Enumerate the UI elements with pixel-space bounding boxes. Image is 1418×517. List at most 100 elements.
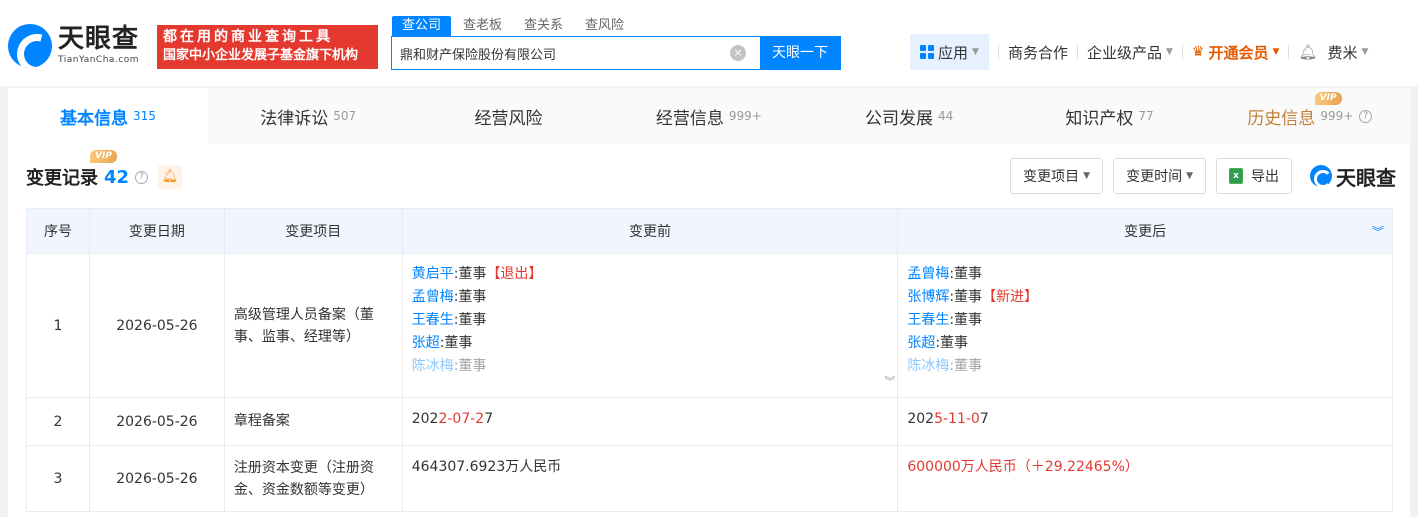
tab-history[interactable]: VIP 历史信息 999+ ? (1209, 88, 1410, 144)
top-nav: 应用 ▼ 商务合作 企业级产品 ▼ ♛ 开通会员 ▼ 🔔︎ 费米 ▼ (910, 34, 1368, 70)
value-suffix: 7 (979, 411, 989, 427)
filter-change-item-dropdown[interactable]: 变更项目 ▼ (1010, 158, 1104, 194)
tab-operation-info[interactable]: 经营信息 999+ (608, 88, 809, 144)
tab-legal[interactable]: 法律诉讼 507 (208, 88, 409, 144)
person-link[interactable]: 孟曾梅 (907, 266, 949, 282)
row-after: 600000万人民币（＋29.22465%） (897, 445, 1393, 512)
person-link[interactable]: 孟曾梅 (412, 289, 454, 305)
tab-development[interactable]: 公司发展 44 (808, 88, 1010, 144)
notification-bell-icon[interactable]: 🔔︎ (1298, 43, 1317, 61)
row-after: 2025-11-07 (897, 397, 1393, 446)
value-prefix: 202 (411, 411, 439, 427)
person-entry: 孟曾梅:董事 (412, 286, 889, 309)
value-diff: 2-07-2 (438, 411, 485, 427)
row-index: 2 (26, 397, 90, 446)
value-diff: 5-11-0 (934, 411, 980, 427)
tab-label: 历史信息 (1247, 108, 1316, 129)
col-after: 变更后 ︾ (897, 208, 1393, 254)
tab-count: 999+ (728, 109, 762, 123)
expand-more-icon[interactable]: ︾ (884, 370, 895, 393)
search-tab-boss[interactable]: 查老板 (453, 16, 512, 36)
person-link[interactable]: 陈冰梅 (412, 358, 454, 374)
tab-count: 315 (133, 109, 156, 123)
person-entry: 黄启平:董事【退出】 (412, 263, 889, 286)
vip-label: 开通会员 (1208, 43, 1269, 62)
apps-menu[interactable]: 应用 ▼ (910, 34, 989, 70)
section-header: 变更记录 42 ? 🔔︎ (26, 164, 183, 190)
row-item: 章程备案 (223, 397, 403, 446)
export-button[interactable]: x 导出 (1216, 158, 1292, 194)
table-row: 1 2026-05-26 高级管理人员备案（董事、监事、经理等） 黄启平:董事【… (26, 253, 1393, 398)
filter-change-time-dropdown[interactable]: 变更时间 ▼ (1113, 158, 1206, 194)
search-input[interactable] (392, 37, 730, 69)
tab-label: 经营风险 (474, 108, 543, 129)
person-link[interactable]: 陈冰梅 (907, 358, 949, 374)
nav-enterprise-products[interactable]: 企业级产品 ▼ (1087, 42, 1173, 63)
person-entry: 孟曾梅:董事 (907, 263, 1383, 286)
person-entry: 张博辉:董事【新进】 (907, 286, 1383, 309)
search-tab-risk[interactable]: 查风险 (575, 16, 634, 36)
clear-search-icon[interactable]: × (730, 45, 746, 61)
user-menu[interactable]: 费米 ▼ (1327, 42, 1368, 63)
change-records-table: 序号 变更日期 变更项目 变更前 变更后 ︾ 1 2026-05-26 高级管理… (26, 208, 1393, 512)
person-role: :董事 (949, 312, 983, 328)
nav-business[interactable]: 商务合作 (1008, 42, 1068, 63)
subscribe-bell-icon[interactable]: 🔔︎ (158, 165, 183, 189)
value-prefix: 202 (907, 411, 935, 427)
col-before: 变更前 (401, 208, 899, 254)
tab-count: 77 (1138, 109, 1154, 123)
tab-operation-risk[interactable]: 经营风险 (408, 88, 609, 144)
person-role: :董事 (439, 335, 473, 351)
search-tab-company[interactable]: 查公司 (392, 16, 452, 36)
row-index: 3 (26, 445, 90, 512)
tab-ip[interactable]: 知识产权 77 (1009, 88, 1210, 144)
person-link[interactable]: 王春生 (412, 312, 454, 328)
person-role: :董事 (453, 266, 487, 282)
search-tab-relation[interactable]: 查关系 (514, 16, 573, 36)
help-icon[interactable]: ? (135, 170, 149, 184)
tianyancha-logo-icon (1310, 165, 1332, 188)
value-suffix: 7 (484, 411, 494, 427)
tab-basic-info[interactable]: 基本信息 315 (8, 88, 208, 144)
tab-label: 公司发展 (865, 108, 933, 129)
tab-label: 法律诉讼 (260, 108, 329, 129)
tianyancha-logo-icon (8, 24, 52, 68)
col-date: 变更日期 (88, 208, 225, 254)
table-row: 2 2026-05-26 章程备案 2022-07-27 2025-11-07 (26, 397, 1393, 446)
nav-open-vip[interactable]: ♛ 开通会员 ▼ (1192, 42, 1280, 63)
person-role: :董事 (453, 312, 487, 328)
person-role: :董事 (949, 266, 983, 282)
excel-icon: x (1229, 168, 1243, 184)
tab-label: 基本信息 (60, 108, 129, 129)
apps-label: 应用 (938, 43, 969, 62)
apps-grid-icon (920, 45, 934, 59)
person-entry: 张超:董事 (907, 332, 1383, 355)
tab-count: 507 (333, 109, 357, 123)
row-before: 2022-07-27 (401, 397, 899, 446)
main-tabs: 基本信息 315 法律诉讼 507 经营风险 经营信息 999+ 公司发展 44 知识产… (8, 88, 1410, 144)
person-link[interactable]: 张超 (412, 335, 440, 351)
slogan-line1: 都在用的商业查询工具 (163, 29, 333, 45)
person-link[interactable]: 黄启平 (412, 266, 454, 282)
search-box: × 天眼一下 (391, 36, 841, 70)
collapse-all-icon[interactable]: ︾ (1372, 223, 1384, 240)
tab-label: 知识产权 (1065, 108, 1134, 129)
help-icon[interactable]: ? (1359, 109, 1373, 123)
person-role: :董事 (453, 358, 487, 374)
search-button[interactable]: 天眼一下 (760, 37, 840, 69)
export-label: 导出 (1251, 169, 1279, 185)
person-entry: 张超:董事 (412, 332, 889, 355)
person-entry: 王春生:董事 (412, 309, 889, 332)
person-entry: 陈冰梅:董事 (907, 355, 1383, 378)
row-before: 464307.6923万人民币 (401, 445, 899, 512)
site-logo[interactable]: 天眼查 TianYanCha.com (8, 24, 139, 68)
row-after: 孟曾梅:董事 张博辉:董事【新进】 王春生:董事 张超:董事 陈冰梅:董事 (897, 253, 1393, 398)
chevron-down-icon: ▼ (972, 47, 979, 57)
brand-text: 天眼查 (1336, 165, 1396, 190)
chevron-down-icon: ▼ (1165, 47, 1173, 57)
person-link[interactable]: 王春生 (907, 312, 949, 328)
person-link[interactable]: 张博辉 (907, 289, 949, 305)
section-title: 变更记录 (26, 168, 98, 189)
change-records-panel: VIP 变更记录 42 ? 🔔︎ 变更项目 ▼ 变更时间 ▼ x 导出 天眼查 (8, 144, 1410, 517)
person-link[interactable]: 张超 (907, 335, 935, 351)
